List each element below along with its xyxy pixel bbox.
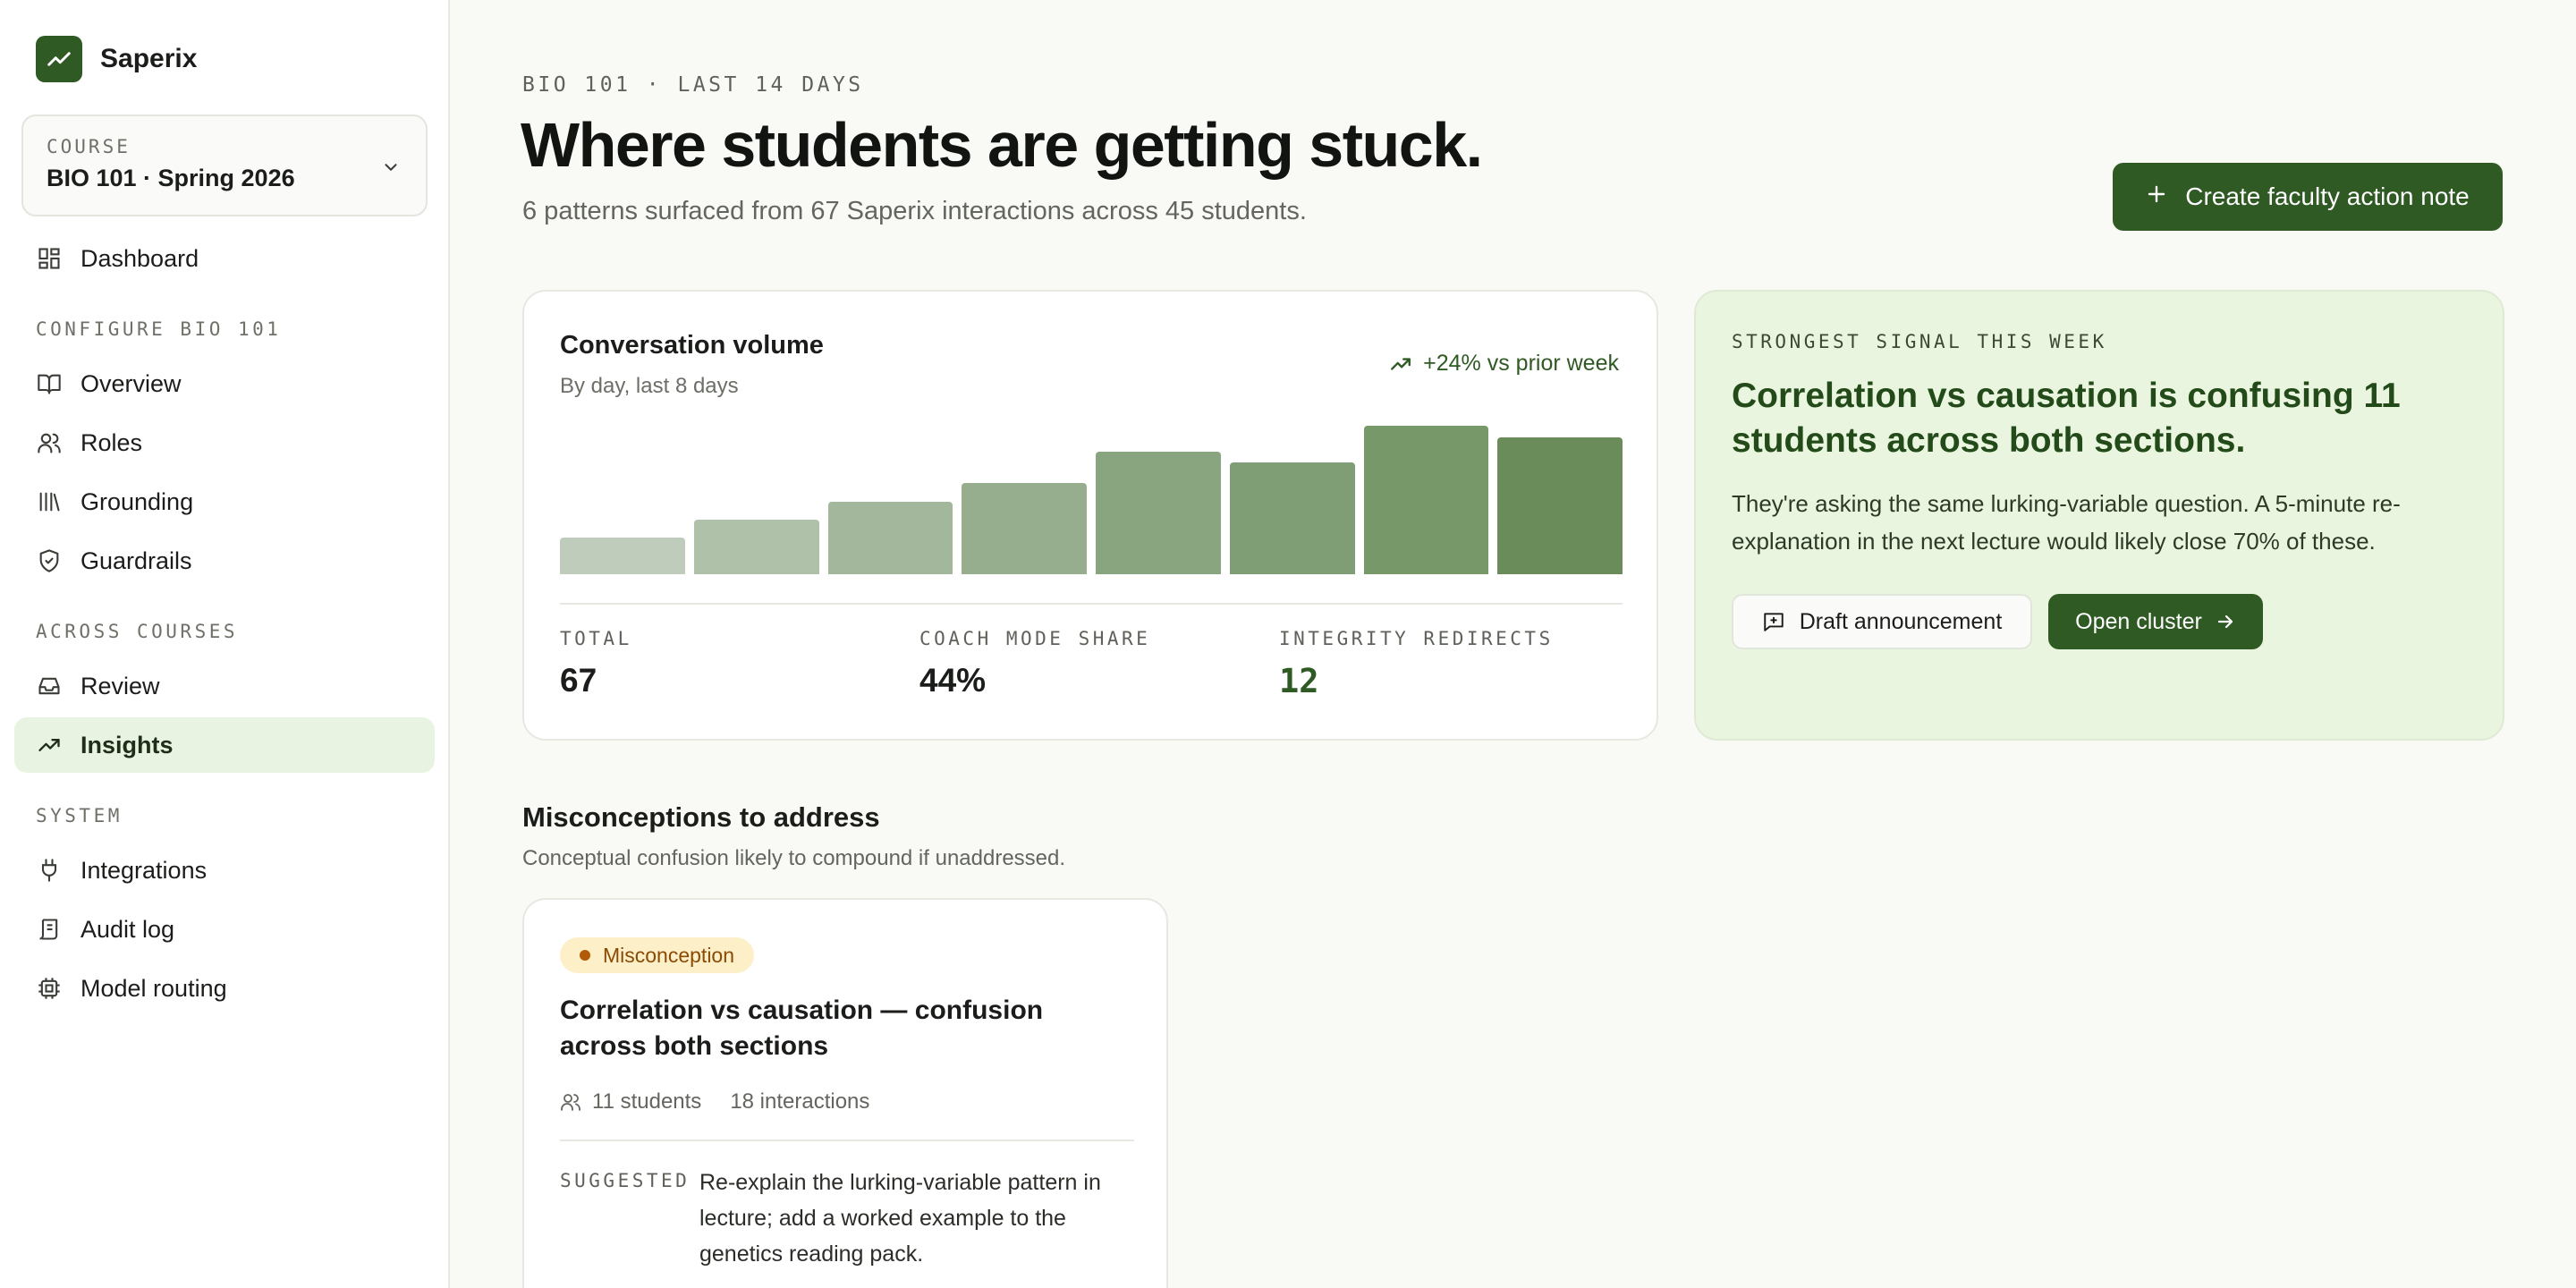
nav-item-guardrails[interactable]: Guardrails	[14, 533, 435, 589]
trend-text: +24% vs prior week	[1423, 351, 1619, 376]
volume-bar-chart	[560, 426, 1623, 574]
stat-label: COACH MODE SHARE	[919, 628, 1151, 649]
badge-label: Misconception	[603, 943, 735, 967]
stat-value: 44%	[919, 662, 987, 699]
library-icon	[36, 488, 63, 515]
trend-indicator: +24% vs prior week	[1389, 351, 1619, 377]
nav-label: Integrations	[80, 856, 208, 884]
nav-label: Overview	[80, 369, 182, 397]
misconception-title: Correlation vs causation — confusion acr…	[560, 996, 1044, 1061]
nav-section-system: SYSTEM	[36, 805, 123, 826]
nav-item-roles[interactable]: Roles	[14, 415, 435, 470]
nav-label: Audit log	[80, 915, 175, 943]
page-subtitle: 6 patterns surfaced from 67 Saperix inte…	[522, 197, 1307, 225]
volume-bar	[1363, 426, 1489, 574]
divider	[560, 603, 1623, 605]
volume-bar	[827, 502, 953, 574]
brand-name: Saperix	[100, 44, 198, 73]
users-icon	[36, 429, 63, 456]
status-dot	[580, 950, 590, 961]
section-title: Misconceptions to address	[522, 801, 880, 833]
misconception-meta: 11 students 18 interactions	[560, 1089, 869, 1114]
open-cluster-label: Open cluster	[2075, 608, 2202, 634]
nav-label: Model routing	[80, 974, 227, 1002]
nav-label: Roles	[80, 428, 143, 456]
volume-bar	[693, 520, 819, 574]
page-eyebrow: BIO 101 · LAST 14 DAYS	[522, 73, 864, 97]
signal-title: Correlation vs causation is confusing 11…	[1732, 377, 2401, 460]
course-selector[interactable]: COURSE BIO 101 · Spring 2026	[21, 114, 428, 216]
users-icon	[560, 1091, 581, 1113]
nav-label: Dashboard	[80, 244, 199, 272]
cpu-icon	[36, 975, 63, 1002]
sidebar: Saperix COURSE BIO 101 · Spring 2026 Das…	[0, 0, 450, 1288]
scroll-icon	[36, 916, 63, 943]
plus-icon	[2146, 182, 2167, 211]
nav-item-grounding[interactable]: Grounding	[14, 474, 435, 530]
nav-section-across: ACROSS COURSES	[36, 621, 239, 642]
nav-item-audit-log[interactable]: Audit log	[14, 902, 435, 957]
stat-total: TOTAL 67	[560, 628, 632, 699]
stat-label: INTEGRITY REDIRECTS	[1279, 628, 1554, 649]
shield-check-icon	[36, 547, 63, 574]
course-label: COURSE	[47, 136, 131, 157]
page-title: Where students are getting stuck.	[521, 110, 1483, 180]
divider	[560, 1140, 1134, 1141]
stat-value: 12	[1279, 662, 1319, 700]
inbox-icon	[36, 673, 63, 699]
course-value: BIO 101 · Spring 2026	[47, 165, 295, 191]
nav-item-model-routing[interactable]: Model routing	[14, 961, 435, 1016]
conversation-volume-card: Conversation volume By day, last 8 days …	[522, 290, 1658, 741]
stat-label: TOTAL	[560, 628, 632, 649]
interactions-count: 18 interactions	[730, 1089, 870, 1114]
section-subtitle: Conceptual confusion likely to compound …	[522, 846, 1066, 870]
volume-bar	[1229, 462, 1355, 574]
nav-item-insights[interactable]: Insights	[14, 717, 435, 773]
trending-up-icon	[36, 732, 63, 758]
signal-eyebrow: STRONGEST SIGNAL THIS WEEK	[1732, 331, 2107, 352]
volume-bar	[962, 483, 1087, 574]
nav-item-review[interactable]: Review	[14, 658, 435, 714]
nav-label: Review	[80, 672, 160, 699]
misconception-card[interactable]: Misconception Correlation vs causation —…	[522, 898, 1168, 1288]
misconception-badge: Misconception	[560, 937, 755, 973]
nav-item-integrations[interactable]: Integrations	[14, 843, 435, 898]
volume-bar	[1497, 437, 1623, 574]
book-open-icon	[36, 370, 63, 397]
stat-integrity-redirects: INTEGRITY REDIRECTS 12	[1279, 628, 1554, 700]
chevron-down-icon	[381, 157, 401, 182]
open-cluster-button[interactable]: Open cluster	[2048, 594, 2263, 649]
stat-coach-mode-share: COACH MODE SHARE 44%	[919, 628, 1150, 699]
card-subtitle: By day, last 8 days	[560, 374, 739, 398]
strongest-signal-card: STRONGEST SIGNAL THIS WEEK Correlation v…	[1694, 290, 2504, 741]
nav-item-dashboard[interactable]: Dashboard	[14, 231, 435, 286]
suggested-label: SUGGESTED	[560, 1170, 691, 1191]
create-action-note-label: Create faculty action note	[2185, 182, 2470, 210]
brand[interactable]: Saperix	[36, 36, 197, 82]
brand-logo-icon	[36, 36, 82, 82]
nav-item-overview[interactable]: Overview	[14, 356, 435, 411]
trending-up-icon	[1391, 357, 1411, 370]
nav-label: Grounding	[80, 487, 194, 515]
stat-value: 67	[560, 662, 597, 699]
dashboard-icon	[36, 245, 63, 272]
draft-announcement-label: Draft announcement	[1799, 608, 2003, 634]
create-action-note-button[interactable]: Create faculty action note	[2113, 163, 2503, 231]
volume-bar	[1096, 452, 1221, 574]
volume-bar	[560, 538, 685, 574]
nav-label: Insights	[80, 731, 174, 758]
card-title: Conversation volume	[560, 331, 824, 360]
arrow-right-icon	[2215, 611, 2236, 632]
suggested-text: Re-explain the lurking-variable pattern …	[699, 1170, 1101, 1267]
nav-label: Guardrails	[80, 547, 192, 574]
plug-icon	[36, 857, 63, 884]
signal-body: They're asking the same lurking-variable…	[1732, 490, 2401, 555]
message-plus-icon	[1762, 610, 1785, 633]
nav-section-configure: CONFIGURE BIO 101	[36, 318, 282, 340]
draft-announcement-button[interactable]: Draft announcement	[1732, 594, 2032, 649]
students-count: 11 students	[592, 1089, 702, 1114]
